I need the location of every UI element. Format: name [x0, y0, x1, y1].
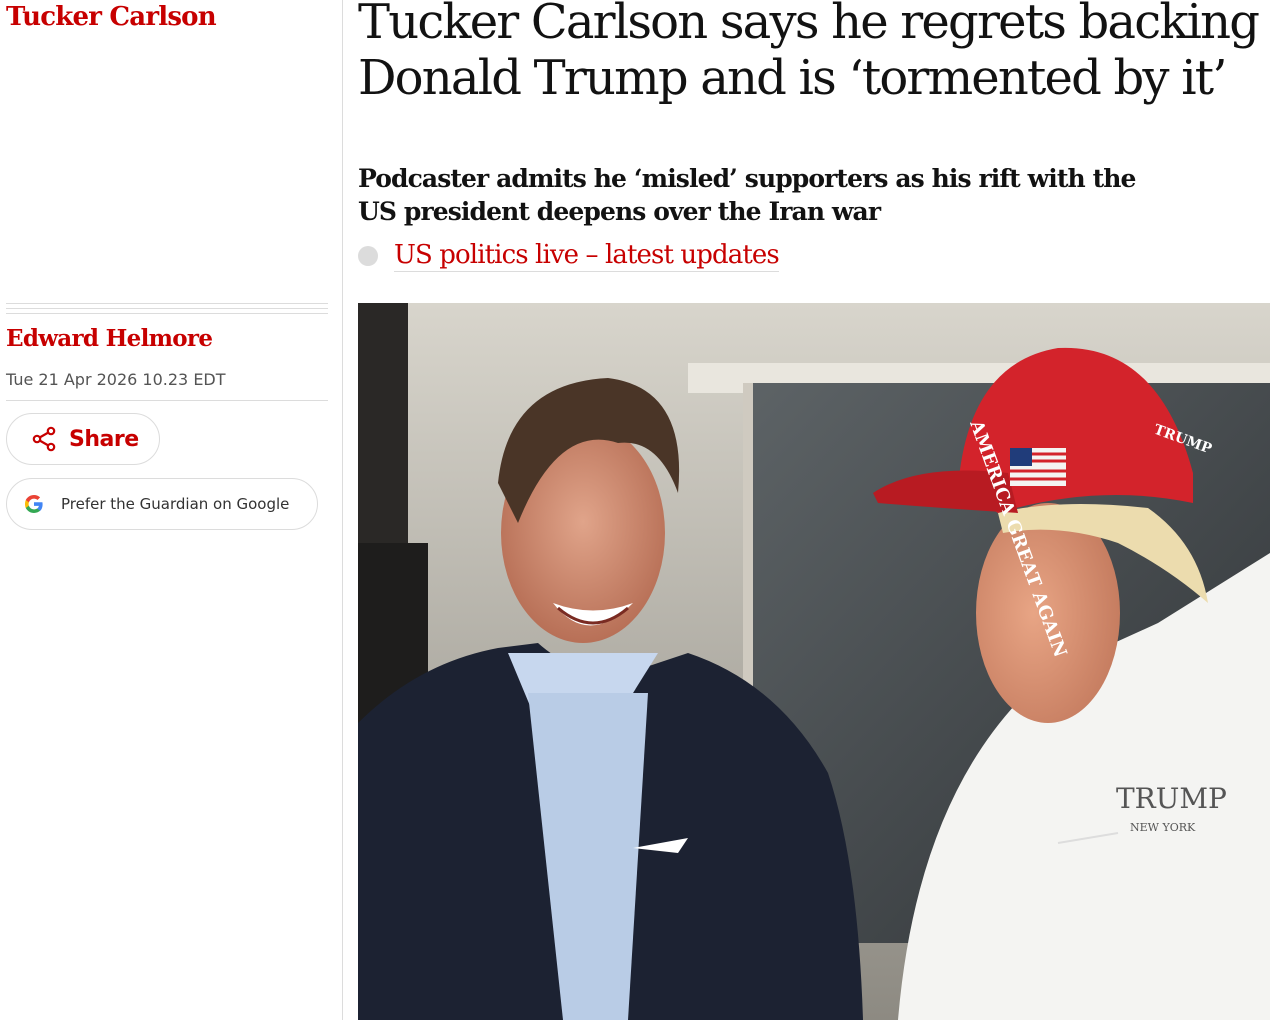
live-blog-link-label: US politics live – latest updates — [394, 240, 780, 272]
article-standfirst: Podcaster admits he ‘misled’ supporters … — [358, 164, 1136, 226]
share-icon — [31, 426, 57, 452]
shirt-logo-text: TRUMP — [1116, 782, 1227, 815]
article-page: Tucker Carlson Edward Helmore Tue 21 Apr… — [0, 0, 1280, 1020]
meta-divider — [6, 303, 328, 318]
google-g-icon — [23, 493, 45, 515]
date-divider — [6, 400, 328, 401]
share-button[interactable]: Share — [6, 413, 160, 465]
shirt-logo-subtext: NEW YORK — [1130, 821, 1196, 834]
section-tag-link[interactable]: Tucker Carlson — [6, 2, 217, 32]
article-meta-column: Tucker Carlson Edward Helmore Tue 21 Apr… — [0, 0, 343, 1020]
google-button-label: Prefer the Guardian on Google — [61, 495, 290, 513]
byline-author[interactable]: Edward Helmore — [6, 325, 213, 352]
prefer-guardian-on-google-button[interactable]: Prefer the Guardian on Google — [6, 478, 318, 530]
share-button-label: Share — [69, 426, 139, 452]
live-indicator-dot-icon — [358, 246, 378, 266]
hero-image: AMERICA GREAT AGAIN TRUMP TRUMP NEW YORK — [358, 303, 1270, 1020]
article-headline: Tucker Carlson says he regrets backing D… — [358, 0, 1260, 106]
article-date: Tue 21 Apr 2026 10.23 EDT — [6, 370, 226, 389]
live-blog-link[interactable]: US politics live – latest updates — [358, 240, 780, 272]
